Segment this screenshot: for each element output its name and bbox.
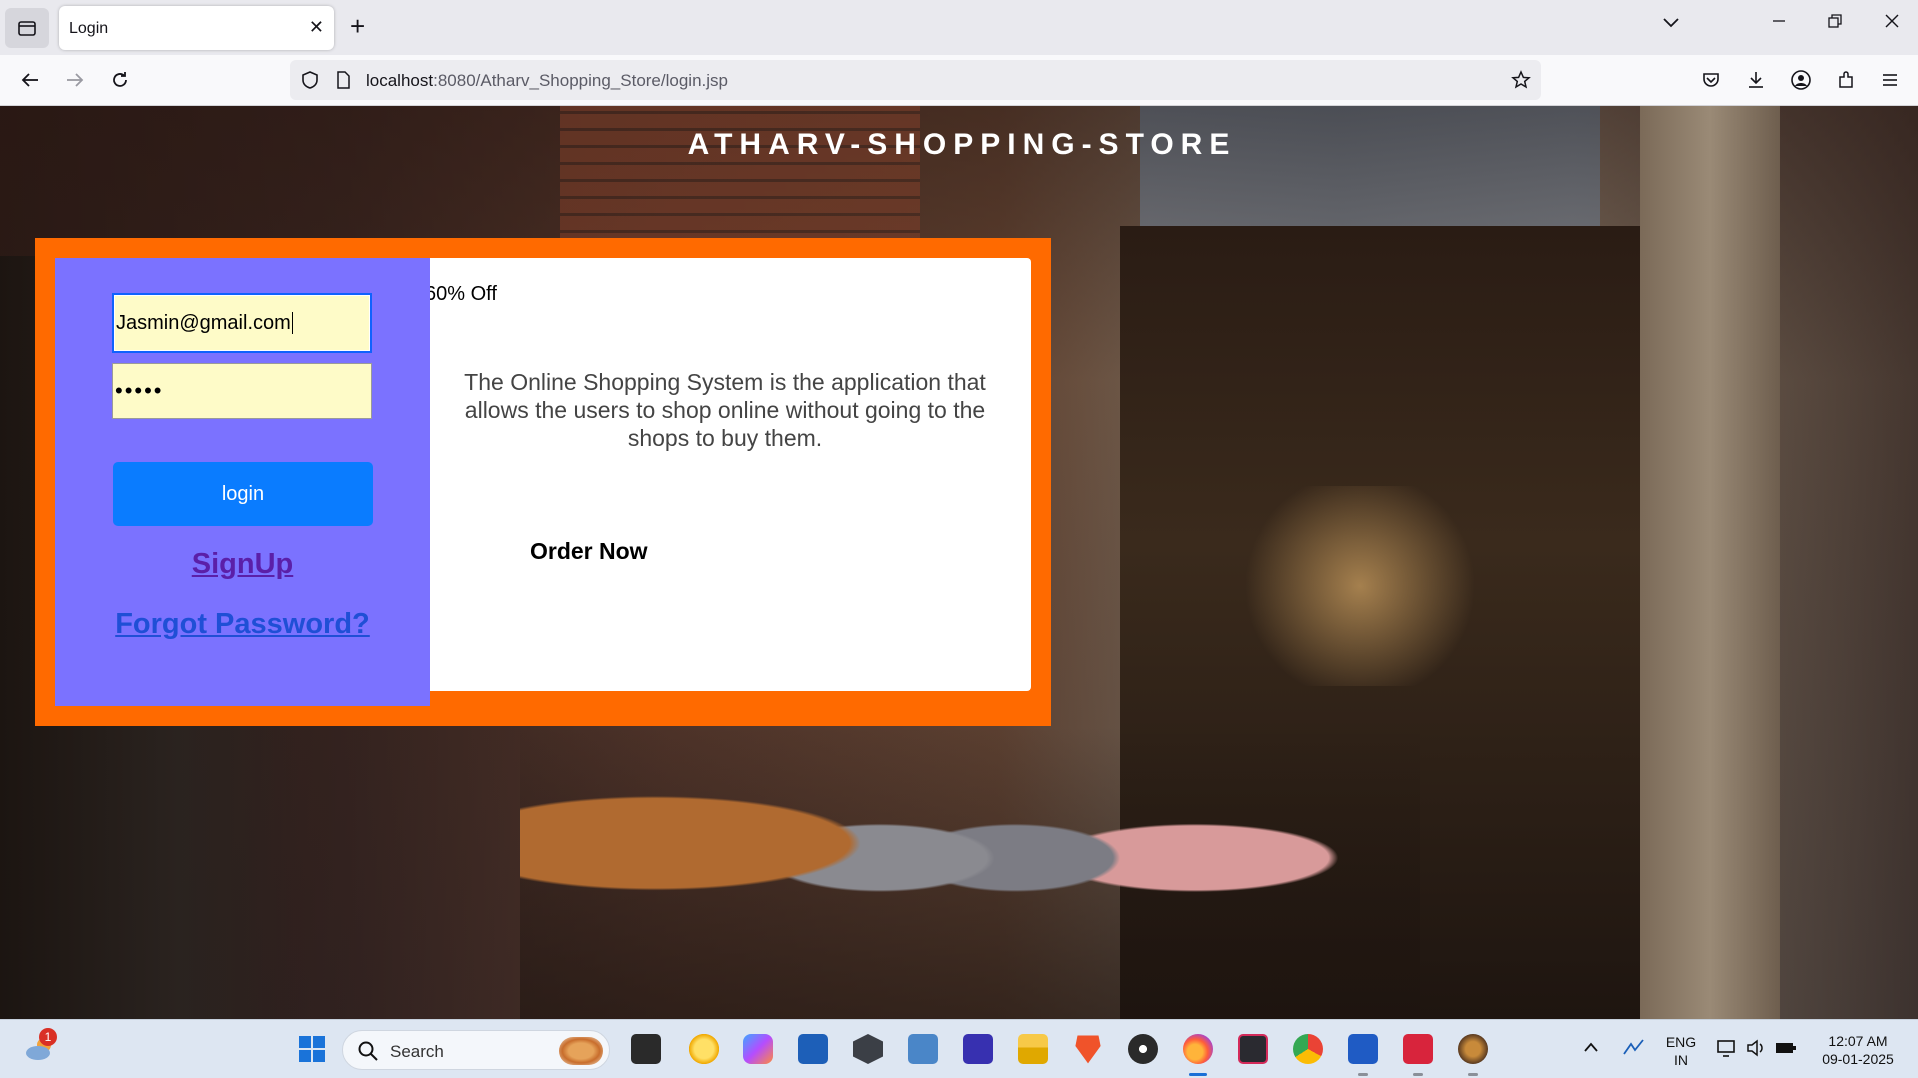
extensions-icon[interactable]: [1833, 67, 1859, 93]
downloads-icon[interactable]: [1743, 67, 1769, 93]
tab-close-icon[interactable]: ✕: [309, 17, 324, 38]
search-icon: [357, 1040, 379, 1067]
taskbar-search-box[interactable]: Search: [342, 1030, 610, 1070]
reload-icon[interactable]: [107, 67, 133, 93]
battery-icon[interactable]: [1774, 1038, 1798, 1063]
word-running-indicator: [1358, 1073, 1368, 1076]
login-button[interactable]: login: [113, 462, 373, 526]
obs-icon[interactable]: [1128, 1034, 1158, 1064]
email-field[interactable]: Jasmin@gmail.com: [112, 293, 372, 353]
account-icon[interactable]: [1788, 67, 1814, 93]
site-title: ATHARV-SHOPPING-STORE: [687, 128, 1237, 161]
mail-app-icon[interactable]: [1238, 1034, 1268, 1064]
menu-hamburger-icon[interactable]: [1877, 67, 1903, 93]
info-panel: 60% Off The Online Shopping System is th…: [430, 258, 1031, 691]
search-highlight-icon: [559, 1037, 603, 1065]
browser-navigation-bar: localhost:8080/Atharv_Shopping_Store/log…: [0, 55, 1918, 106]
shield-icon[interactable]: [297, 67, 323, 93]
text-caret: [291, 312, 293, 334]
widgets-icon[interactable]: [689, 1034, 719, 1064]
address-bar[interactable]: localhost:8080/Atharv_Shopping_Store/log…: [290, 60, 1541, 100]
firefox-active-indicator: [1189, 1073, 1207, 1076]
search-label: Search: [390, 1042, 444, 1061]
word-icon[interactable]: [1348, 1034, 1378, 1064]
control-panel-icon[interactable]: [908, 1034, 938, 1064]
background-photo-store-sign: [1140, 106, 1600, 236]
cube-app-icon[interactable]: [853, 1034, 883, 1064]
firefox-icon[interactable]: [1183, 1034, 1213, 1064]
page-icon: [330, 67, 356, 93]
signup-link[interactable]: SignUp: [55, 548, 430, 581]
network-icon[interactable]: [1716, 1038, 1738, 1063]
tab-title: Login: [69, 20, 109, 37]
login-card-frame: Jasmin@gmail.com ••••• login SignUp Forg…: [35, 238, 1051, 726]
volume-icon[interactable]: [1745, 1038, 1767, 1063]
browser-tab-login[interactable]: Login ✕: [59, 6, 334, 50]
dev-app-icon[interactable]: [963, 1034, 993, 1064]
background-photo-people: [520, 726, 1420, 1019]
tray-chevron-up-icon[interactable]: [1583, 1040, 1599, 1058]
offer-text: 60% Off: [430, 283, 497, 305]
close-window-icon[interactable]: [1884, 13, 1900, 34]
page-viewport: ATHARV-SHOPPING-STORE Jasmin@gmail.com •…: [0, 106, 1918, 1019]
pdf-app-icon[interactable]: [1403, 1034, 1433, 1064]
store-icon[interactable]: [798, 1034, 828, 1064]
new-tab-button[interactable]: +: [350, 12, 365, 40]
chrome-icon[interactable]: [1293, 1034, 1323, 1064]
description-text: The Online Shopping System is the applic…: [464, 369, 986, 451]
game-app-icon[interactable]: [1458, 1034, 1488, 1064]
copilot-icon[interactable]: [743, 1034, 773, 1064]
windows-taskbar: 1 Search ENG IN 12:07 AM 09-01-2025: [0, 1019, 1918, 1078]
pocket-icon[interactable]: [1698, 67, 1724, 93]
url-text: localhost:8080/Atharv_Shopping_Store/log…: [366, 71, 728, 90]
login-panel: Jasmin@gmail.com ••••• login SignUp Forg…: [55, 258, 430, 706]
game-running-indicator: [1468, 1073, 1478, 1076]
background-photo-store-lights: [1230, 486, 1490, 686]
minimize-icon[interactable]: [1771, 13, 1787, 34]
clock[interactable]: 12:07 AM 09-01-2025: [1808, 1032, 1908, 1068]
restore-icon[interactable]: [1827, 13, 1843, 34]
forward-arrow-icon[interactable]: [62, 67, 88, 93]
order-now-button[interactable]: Order Now: [530, 538, 648, 565]
language-indicator[interactable]: ENG IN: [1663, 1033, 1699, 1069]
tab-overview-button[interactable]: [5, 8, 49, 48]
file-explorer-icon[interactable]: [1018, 1034, 1048, 1064]
pen-input-icon[interactable]: [1621, 1036, 1647, 1063]
forgot-password-link[interactable]: Forgot Password?: [55, 608, 430, 641]
task-view-icon[interactable]: [631, 1034, 661, 1064]
start-windows-icon[interactable]: [297, 1034, 327, 1064]
password-field[interactable]: •••••: [112, 363, 372, 419]
tab-list-chevron-icon[interactable]: [1662, 16, 1680, 34]
brave-browser-icon[interactable]: [1075, 1035, 1101, 1064]
back-arrow-icon[interactable]: [17, 67, 43, 93]
bookmark-star-icon[interactable]: [1508, 67, 1534, 93]
browser-tab-strip: Login ✕ +: [0, 0, 1918, 55]
tab-overview-icon: [18, 21, 36, 36]
background-photo-pillar: [1640, 106, 1780, 1019]
weather-notification-badge: 1: [39, 1028, 57, 1046]
pdf-running-indicator: [1413, 1073, 1423, 1076]
